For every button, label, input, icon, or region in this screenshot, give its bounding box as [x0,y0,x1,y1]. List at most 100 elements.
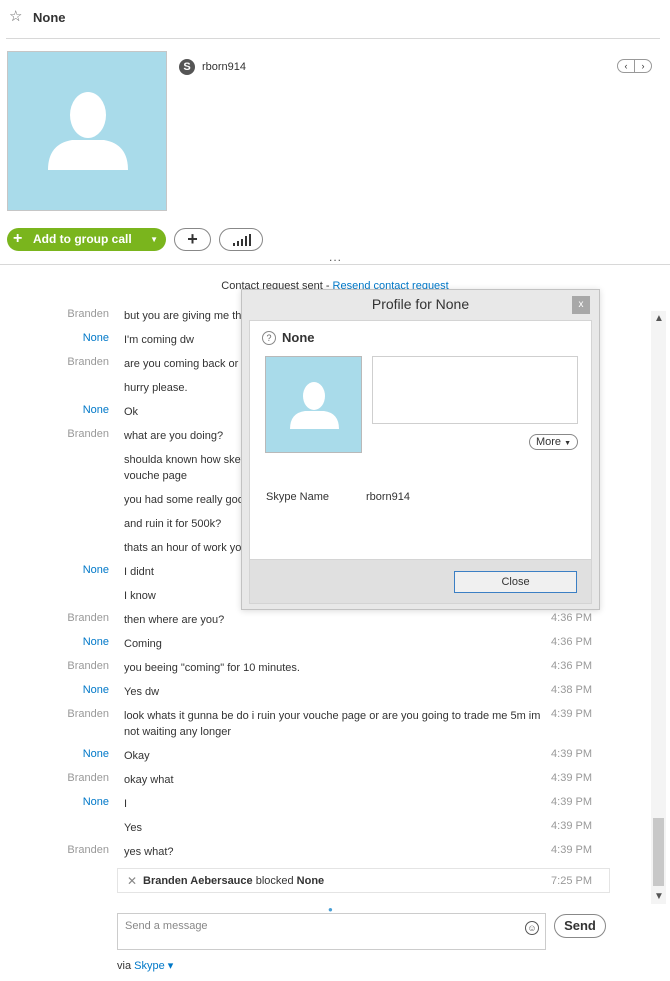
message-sender: None [82,404,109,416]
message-sender: None [82,564,109,576]
scroll-up-icon[interactable]: ▲ [654,313,664,324]
message-text-line: I [124,798,128,810]
blocked-notice: ✕ Branden Aebersauce blocked None 7:25 P… [117,868,610,893]
message-text: okay what [124,772,544,788]
chevron-left-icon[interactable]: ‹ [618,60,635,72]
chat-message[interactable]: None I 4:39 PM [0,796,650,812]
blocked-icon: ✕ [127,874,138,888]
scrollbar-thumb[interactable] [653,818,664,886]
star-icon[interactable]: ☆ [9,9,25,25]
plus-icon: + [187,229,198,249]
message-text: Coming [124,636,544,652]
blocked-target[interactable]: None [297,875,325,887]
add-to-group-call-label: Add to group call [33,232,132,246]
default-avatar-icon [290,382,339,429]
message-sender: None [82,684,109,696]
chat-message[interactable]: None Yes dw 4:38 PM [0,684,650,700]
chat-scrollbar[interactable]: ▲ ▼ [651,311,666,904]
message-text-line: not waiting any longer [124,726,232,738]
more-dropdown[interactable]: More ▼ [529,434,578,450]
message-text-line: but you are giving me th [124,310,242,322]
call-quality-button[interactable] [219,228,263,251]
message-text-line: thats an hour of work yo [124,542,242,554]
message-text-line: what are you doing? [124,430,224,442]
message-text-line: Coming [124,638,162,650]
mood-message-box [372,356,578,424]
emoticon-icon[interactable]: ☺ [525,921,539,935]
message-text-line: yes what? [124,846,174,858]
message-timestamp: 4:39 PM [551,748,592,760]
message-text: Okay [124,748,544,764]
chat-message[interactable]: Branden you beeing "coming" for 10 minute… [0,660,650,676]
close-button[interactable]: Close [454,571,577,593]
blocked-actor[interactable]: Branden Aebersauce [143,875,253,887]
conversation-header: ☆ None [0,0,670,38]
caret-down-icon: ▼ [564,440,572,447]
message-text-line: Yes dw [124,686,160,698]
message-text-line: look whats it gunna be do i ruin your vo… [124,710,541,722]
divider [0,264,670,265]
send-button[interactable]: Send [554,914,606,938]
more-label: More [535,436,562,448]
unknown-status-icon: ? [262,331,276,345]
add-to-group-call-button[interactable]: + Add to group call ▼ [7,228,166,251]
add-button[interactable]: + [174,228,211,251]
message-placeholder: Send a message [125,920,208,932]
message-sender: None [82,332,109,344]
caret-down-icon[interactable]: ▾ [168,960,174,972]
close-icon[interactable]: x [572,296,590,314]
message-timestamp: 4:36 PM [551,660,592,672]
dialog-title: Profile for None [371,296,470,312]
chat-message[interactable]: None Coming 4:36 PM [0,636,650,652]
message-text-line: Okay [124,750,150,762]
skype-name-value: rborn914 [366,491,411,503]
plus-icon: + [13,230,23,247]
message-input[interactable]: Send a message ☺ [117,913,546,950]
message-text: then where are you? [124,612,544,628]
chat-message[interactable]: Branden then where are you? 4:36 PM [0,612,650,628]
message-timestamp: 4:39 PM [551,796,592,808]
message-sender: Branden [67,308,109,320]
message-timestamp: 4:39 PM [551,708,592,720]
profile-username[interactable]: rborn914 [202,61,246,73]
via-service-dropdown[interactable]: Skype [134,960,165,972]
message-sender: None [82,636,109,648]
blocked-text: Branden Aebersauce blocked None [143,875,324,887]
message-timestamp: 4:38 PM [551,684,592,696]
message-sender: Branden [67,612,109,624]
chat-message[interactable]: Branden look whats it gunna be do i ruin … [0,708,650,740]
dialog-body: ? None More ▼ Skype Name rborn914 [249,320,592,560]
skype-name-label: Skype Name [266,491,329,503]
default-avatar-icon [48,92,128,170]
message-text-line: vouche page [124,470,187,482]
chevron-right-icon[interactable]: › [635,60,651,72]
signal-bars-icon [233,234,251,246]
message-sender: Branden [67,772,109,784]
dialog-footer: Close [249,560,592,604]
message-text-line: I know [124,590,156,602]
chat-message[interactable]: None Okay 4:39 PM [0,748,650,764]
message-text: Yes [124,820,544,836]
profile-dialog: Profile for None x ? None More ▼ Skype N… [241,289,600,610]
chat-message[interactable]: Yes 4:39 PM [0,820,650,836]
scroll-down-icon[interactable]: ▼ [654,891,664,902]
expand-handle[interactable]: ... [329,250,342,264]
message-text-line: are you coming back or s [124,358,247,370]
message-text: I [124,796,544,812]
message-sender: None [82,748,109,760]
blocked-timestamp: 7:25 PM [551,875,592,887]
message-sender: Branden [67,844,109,856]
message-text-line: shoulda known how sket [124,454,244,466]
blocked-verb: blocked [252,875,297,887]
dialog-avatar [265,356,362,453]
chat-message[interactable]: Branden okay what 4:39 PM [0,772,650,788]
message-timestamp: 4:39 PM [551,844,592,856]
message-sender: Branden [67,356,109,368]
profile-nav-arrows[interactable]: ‹ › [617,59,652,73]
message-text-line: I didnt [124,566,154,578]
message-text-line: you had some really goo [124,494,244,506]
avatar[interactable] [7,51,167,211]
dialog-contact-name: None [282,330,315,345]
chat-message[interactable]: Branden yes what? 4:39 PM [0,844,650,860]
message-text-line: Yes [124,822,142,834]
